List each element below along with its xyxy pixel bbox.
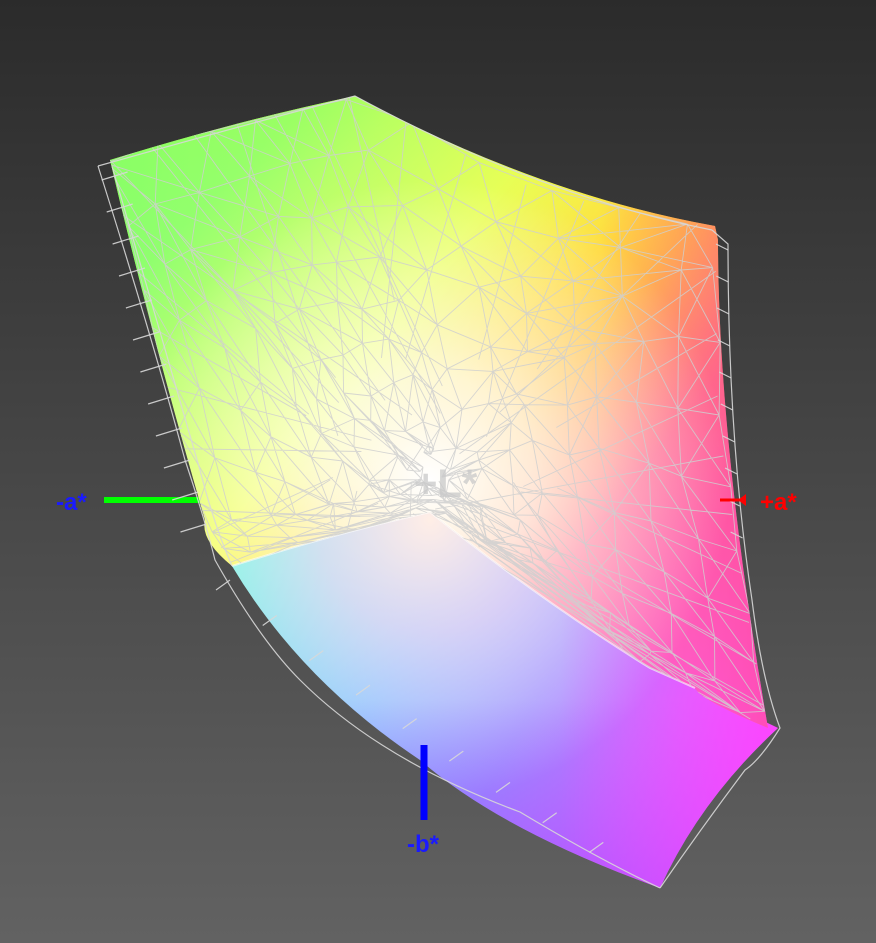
minus-b-label: -b* bbox=[407, 831, 440, 858]
gamut-view: -a* +a* -b* +L* bbox=[0, 0, 876, 943]
minus-a-label: -a* bbox=[56, 489, 87, 516]
plus-a-label: +a* bbox=[760, 489, 797, 516]
gamut-3d-canvas: -a* +a* -b* +L* bbox=[0, 0, 876, 943]
plus-l-label: +L* bbox=[414, 462, 478, 506]
